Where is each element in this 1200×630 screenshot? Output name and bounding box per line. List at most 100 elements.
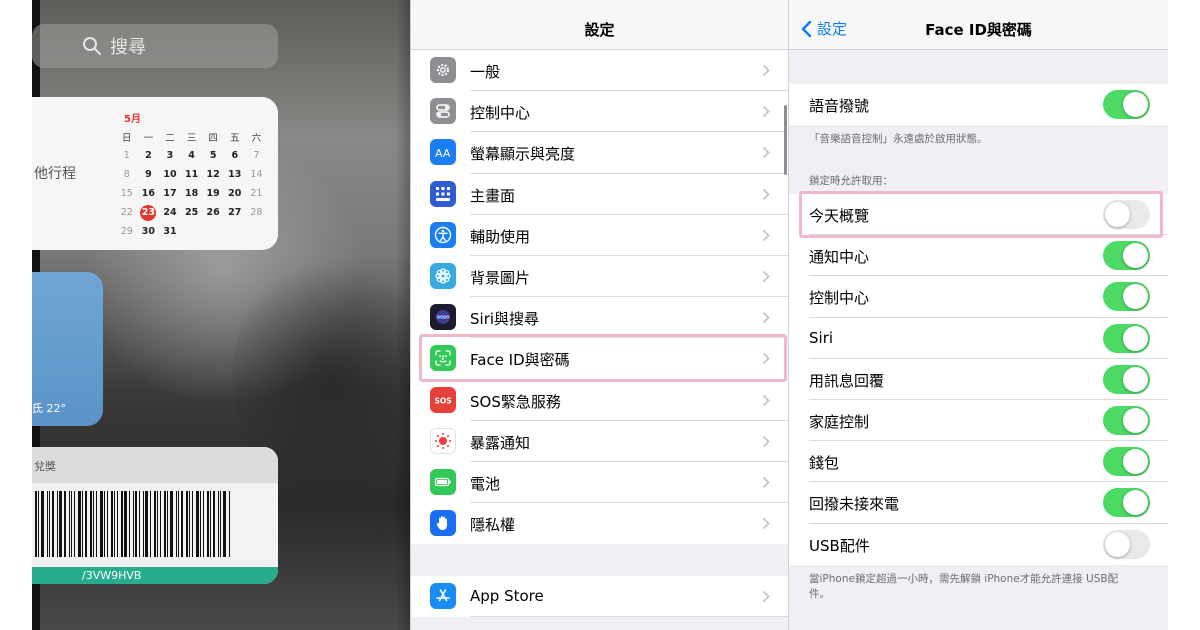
voice-dial-label: 語音撥號: [809, 97, 870, 115]
calendar-day: 17: [163, 188, 177, 199]
calendar-widget[interactable]: 他行程 5月 日 一 二 三 四 五 六 1 2 3 4 5 6 7 8 9 1…: [32, 97, 278, 250]
wallet-toggle[interactable]: [1103, 447, 1150, 477]
chevron-right-icon: [762, 147, 770, 159]
voice-dial-note: 「音樂語音控制」永遠處於啟用狀態。: [809, 133, 988, 145]
reply-with-message-row: 用訊息回覆: [789, 359, 1168, 400]
barcode-bar: [124, 491, 127, 557]
today-search-field[interactable]: 搜尋: [32, 24, 278, 68]
weekday-label: 二: [165, 132, 175, 144]
usb-note: 當iPhone鎖定超過一小時，需先解鎖 iPhone才能允許連接 USB配件。: [809, 573, 1119, 600]
barcode-bar: [114, 491, 115, 557]
barcode-bar: [207, 491, 209, 557]
barcode-bar: [93, 491, 94, 557]
barcode-bar: [170, 491, 173, 557]
calendar-day: 15: [120, 188, 133, 199]
settings-item-wallpaper[interactable]: 背景圖片: [411, 256, 788, 298]
reply-with-message-toggle[interactable]: [1103, 364, 1150, 394]
barcode-bar: [35, 491, 37, 557]
calendar-day: 25: [184, 207, 199, 218]
calendar-grid: 日 一 二 三 四 五 六 1 2 3 4 5 6 7 8 9 10 11 12…: [116, 127, 267, 241]
settings-item-general[interactable]: 一般: [411, 50, 788, 92]
barcode-bar: [41, 491, 44, 557]
settings-item-accessibility[interactable]: 輔助使用: [411, 215, 788, 256]
weekday-label: 四: [208, 132, 218, 144]
svg-text:SOS: SOS: [435, 396, 452, 405]
barcode-bar: [196, 491, 199, 557]
settings-item-sos[interactable]: SOS SOS緊急服務: [411, 380, 788, 421]
barcode-bar: [181, 491, 183, 557]
barcode-bar: [64, 491, 66, 557]
settings-item-display[interactable]: AA 螢幕顯示與亮度: [411, 132, 788, 174]
hand-icon: [430, 510, 456, 537]
barcode-bar: [49, 491, 50, 557]
settings-item-home-screen[interactable]: 主畫面: [411, 174, 788, 215]
voice-dial-toggle[interactable]: [1103, 90, 1150, 119]
face-id-screen: 設定 Face ID與密碼 語音撥號 「音樂語音控制」永遠處於啟用狀態。 鎖定時…: [788, 0, 1168, 630]
barcode-bar: [154, 491, 156, 557]
chevron-right-icon: [762, 229, 770, 241]
calendar-day: 11: [184, 169, 199, 180]
voice-dial-group: 語音撥號: [789, 84, 1168, 126]
locked-item-label: 回撥未接來電: [809, 495, 900, 514]
notification-center-toggle[interactable]: [1103, 241, 1150, 271]
calendar-day: 5: [209, 150, 217, 161]
control-center-row: 控制中心: [789, 276, 1168, 318]
weekday-label: 六: [251, 132, 262, 144]
chevron-right-icon: [762, 476, 770, 489]
search-placeholder: 搜尋: [110, 37, 146, 58]
barcode-bar: [200, 491, 201, 557]
locked-item-label: 家庭控制: [809, 412, 870, 431]
settings-item-app-store[interactable]: App Store: [411, 576, 788, 618]
settings-item-label: 輔助使用: [470, 227, 531, 246]
barcode-bar: [218, 491, 219, 557]
locked-item-label: Siri: [809, 328, 834, 347]
wallet-pass-code: /3VW9HVB: [32, 567, 278, 584]
settings-item-label: 主畫面: [470, 186, 516, 205]
settings-item-label: 螢幕顯示與亮度: [470, 145, 576, 164]
calendar-day: 22: [120, 207, 133, 218]
barcode-bar: [69, 491, 70, 557]
barcode-bar: [164, 491, 166, 557]
barcode-bar: [160, 491, 161, 557]
usb-accessories-toggle[interactable]: [1103, 529, 1150, 559]
calendar-day: 14: [250, 169, 263, 180]
barcode-bar: [157, 491, 158, 557]
barcode-bar: [52, 491, 54, 557]
calendar-day: 1: [123, 150, 130, 161]
barcode-bar: [78, 491, 81, 557]
home-control-toggle[interactable]: [1103, 405, 1150, 435]
settings-item-control-center[interactable]: 控制中心: [411, 91, 788, 133]
barcode-bar: [145, 491, 148, 557]
home-grid-icon: [430, 180, 456, 207]
settings-item-label: 一般: [470, 63, 501, 81]
barcode-bar: [186, 491, 188, 557]
wallet-pass-widget[interactable]: 兌獎 /3VW9HVB: [32, 447, 278, 584]
settings-item-battery[interactable]: 電池: [411, 462, 788, 504]
barcode-bar: [223, 491, 226, 557]
weather-widget[interactable]: 氐 22°: [32, 272, 103, 426]
barcode-bar: [71, 491, 72, 557]
siri-toggle[interactable]: [1103, 323, 1150, 353]
barcode-bar: [210, 491, 211, 557]
calendar-day: 18: [184, 188, 199, 199]
barcode-bar: [104, 491, 105, 557]
siri-icon: [430, 304, 456, 331]
settings-item-siri[interactable]: Siri與搜尋: [411, 297, 788, 339]
barcode-bar: [59, 491, 62, 557]
settings-item-exposure[interactable]: 暴露通知: [411, 421, 788, 462]
chevron-right-icon: [762, 270, 770, 283]
barcode-bar: [203, 491, 204, 557]
control-center-toggle[interactable]: [1103, 282, 1150, 312]
usb-accessories-row: USB配件: [789, 524, 1168, 565]
scrollbar[interactable]: [784, 105, 787, 175]
calendar-day: 27: [228, 207, 242, 218]
calendar-day: 9: [145, 169, 152, 180]
search-icon: [83, 37, 101, 55]
settings-item-privacy[interactable]: 隱私權: [411, 503, 788, 544]
calendar-day: 8: [123, 169, 130, 180]
barcode-bar: [176, 491, 177, 557]
calendar-day: 26: [206, 207, 220, 218]
return-missed-calls-toggle[interactable]: [1103, 488, 1150, 518]
battery-icon: [430, 468, 456, 495]
chevron-right-icon: [762, 394, 770, 406]
